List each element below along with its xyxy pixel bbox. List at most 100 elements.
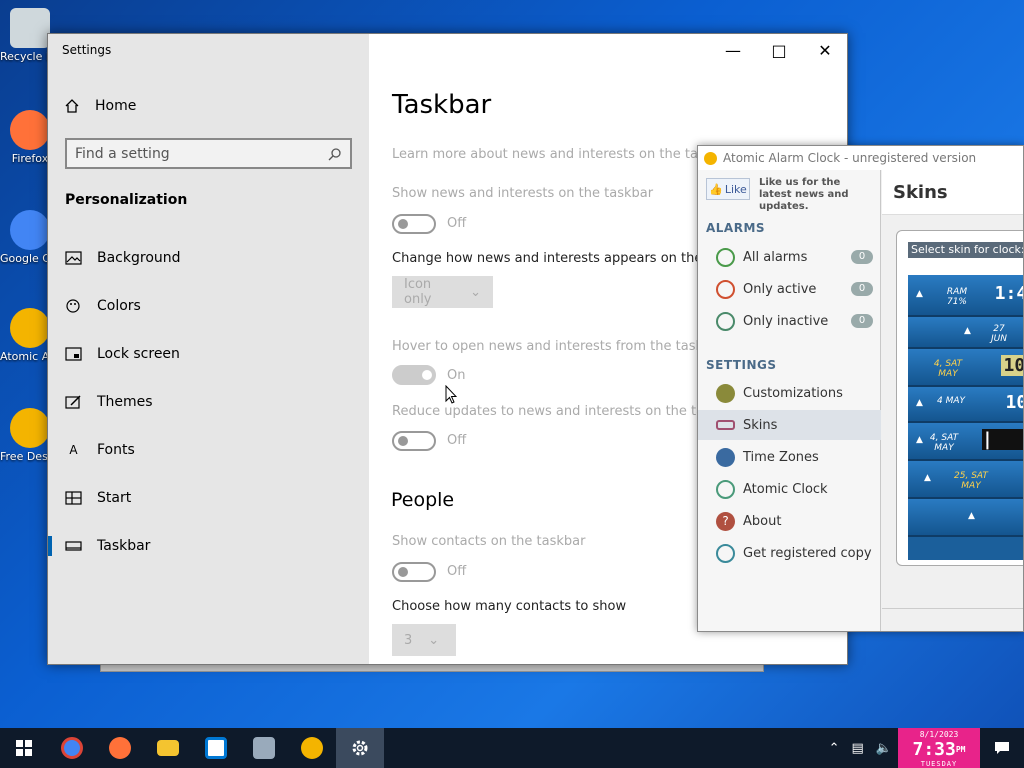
windows-logo-icon	[16, 740, 32, 756]
sidebar-item-skins[interactable]: Skins	[698, 410, 881, 440]
sidebar-item-themes[interactable]: Themes	[48, 378, 369, 426]
aac-sidebar: 👍 Like Like us for the latest news and u…	[698, 170, 881, 631]
taskbar: ⌃ ▤ 🔈 8/1/2023 7:33PM TUESDAY	[0, 728, 1024, 768]
skin-list[interactable]: ▲ RAM 71% 1:43 ▲ 27 JUN 4, SAT MAY 10: ▲…	[908, 275, 1023, 560]
alarm-clock-icon	[301, 737, 323, 759]
taskbar-app[interactable]	[240, 728, 288, 768]
sidebar-item-start[interactable]: Start	[48, 474, 369, 522]
taskbar-settings[interactable]	[336, 728, 384, 768]
hover-label: Hover to open news and interests from th…	[392, 339, 725, 354]
alarm-clock-icon	[10, 408, 50, 448]
key-icon	[716, 543, 735, 563]
gear-icon	[716, 383, 735, 403]
sidebar-item-customizations[interactable]: Customizations	[698, 378, 881, 408]
themes-icon	[65, 395, 81, 409]
alarm-clock-icon	[10, 308, 50, 348]
aac-bottom-bar	[882, 608, 1023, 631]
taskbar-alarm-clock[interactable]	[288, 728, 336, 768]
sidebar-item-about[interactable]: ? About	[698, 506, 881, 536]
alarm-check-icon	[716, 247, 735, 267]
show-news-label: Show news and interests on the taskbar	[392, 186, 654, 201]
recycle-bin-icon	[10, 8, 50, 48]
firefox-icon	[10, 110, 50, 150]
toggle-knob	[398, 567, 408, 577]
reduce-label: Reduce updates to news and interests on …	[392, 404, 740, 419]
appears-dropdown[interactable]: Icon only ⌄	[392, 276, 493, 308]
triangle-up-icon: ▲	[916, 289, 923, 299]
show-contacts-label: Show contacts on the taskbar	[392, 534, 586, 549]
atomic-alarm-clock-window: Atomic Alarm Clock - unregistered versio…	[697, 145, 1024, 632]
skin-row[interactable]: ▲ 4 MAY 10:	[908, 387, 1023, 423]
taskbar-store[interactable]	[192, 728, 240, 768]
sidebar-item-time-zones[interactable]: Time Zones	[698, 442, 881, 472]
sidebar-item-lock-screen[interactable]: Lock screen	[48, 330, 369, 378]
aac-titlebar: Atomic Alarm Clock - unregistered versio…	[698, 146, 1023, 170]
start-icon	[65, 491, 82, 505]
like-text: Like us for the latest news and updates.	[759, 177, 849, 212]
contacts-count-dropdown[interactable]: 3 ⌄	[392, 624, 456, 656]
reduce-state: Off	[447, 433, 467, 448]
chevron-up-icon[interactable]: ⌃	[823, 741, 846, 756]
app-window-icon	[253, 737, 275, 759]
window-title: Settings	[62, 43, 112, 57]
skin-row[interactable]: ▲ RAM 71% 1:43	[908, 275, 1023, 317]
minimize-button[interactable]: —	[710, 34, 756, 66]
chevron-down-icon: ⌄	[470, 284, 481, 300]
glasses-icon	[716, 420, 735, 430]
start-button[interactable]	[0, 728, 48, 768]
count-badge: 0	[851, 282, 873, 296]
alarm-clock-icon	[716, 279, 735, 299]
volume-icon[interactable]: 🔈	[870, 741, 898, 756]
sidebar-item-get-registered[interactable]: Get registered copy	[698, 538, 881, 568]
network-icon[interactable]: ▤	[846, 741, 870, 756]
taskbar-file-explorer[interactable]	[144, 728, 192, 768]
aac-main-panel: Skins Select skin for clock: new ▲ RAM 7…	[882, 170, 1023, 631]
sidebar-item-colors[interactable]: Colors	[48, 282, 369, 330]
hover-state: On	[447, 368, 466, 383]
globe-icon	[716, 447, 735, 467]
sidebar-item-fonts[interactable]: A Fonts	[48, 426, 369, 474]
close-button[interactable]: ✕	[802, 34, 847, 66]
notifications-button[interactable]	[980, 728, 1024, 768]
sidebar-item-background[interactable]: Background	[48, 234, 369, 282]
search-input[interactable]: Find a setting	[65, 138, 352, 169]
thumbs-up-icon: 👍	[709, 182, 723, 196]
taskbar-firefox[interactable]	[96, 728, 144, 768]
triangle-up-icon: ▲	[968, 511, 975, 521]
show-news-toggle[interactable]	[392, 214, 436, 234]
skin-row[interactable]: ▲ 25, SAT MAY 0	[908, 461, 1023, 499]
sidebar-item-atomic-clock[interactable]: Atomic Clock	[698, 474, 881, 504]
question-icon: ?	[716, 511, 735, 531]
home-label: Home	[95, 98, 137, 114]
alarms-heading: ALARMS	[706, 221, 766, 235]
toggle-knob	[398, 436, 408, 446]
taskbar-chrome[interactable]	[48, 728, 96, 768]
settings-heading: SETTINGS	[706, 358, 777, 372]
sidebar-item-only-inactive[interactable]: Only inactive 0	[698, 306, 881, 336]
clock-icon	[716, 311, 735, 331]
sidebar-item-all-alarms[interactable]: All alarms 0	[698, 242, 881, 272]
chrome-icon	[10, 210, 50, 250]
home-button[interactable]: Home	[64, 98, 136, 114]
folder-icon	[157, 740, 179, 756]
clock-ampm: PM	[955, 745, 966, 754]
chevron-down-icon: ⌄	[428, 632, 440, 648]
notification-icon	[995, 742, 1009, 754]
sidebar-item-taskbar[interactable]: Taskbar	[48, 522, 369, 570]
skin-row[interactable]: ▲ 4, SAT MAY |	[908, 423, 1023, 461]
section-label: Personalization	[65, 192, 188, 208]
maximize-button[interactable]: □	[756, 34, 802, 66]
taskbar-clock[interactable]: 8/1/2023 7:33PM TUESDAY	[898, 728, 980, 768]
fonts-icon: A	[69, 443, 78, 457]
skin-row[interactable]: ▲ 27 JUN	[908, 317, 1023, 349]
reduce-toggle[interactable]	[392, 431, 436, 451]
skin-row[interactable]: 4, SAT MAY 10:	[908, 349, 1023, 387]
count-badge: 0	[851, 250, 873, 264]
learn-more-link[interactable]: Learn more about news and interests on t…	[392, 147, 734, 162]
show-contacts-toggle[interactable]	[392, 562, 436, 582]
sidebar-item-only-active[interactable]: Only active 0	[698, 274, 881, 304]
taskbar-icon	[65, 541, 82, 551]
skin-row[interactable]: ▲ 2	[908, 499, 1023, 537]
like-button[interactable]: 👍 Like	[706, 178, 750, 200]
hover-toggle[interactable]	[392, 365, 436, 385]
